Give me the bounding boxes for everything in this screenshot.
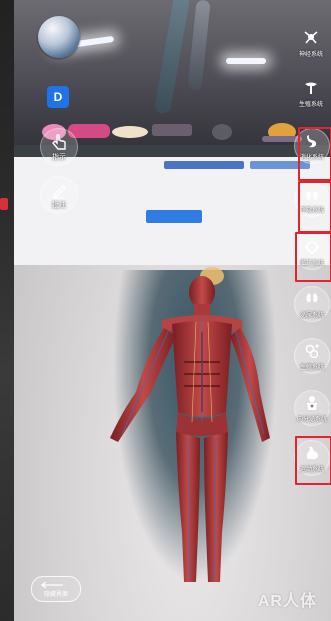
system-label: 内分泌系统 bbox=[296, 417, 327, 423]
user-avatar[interactable] bbox=[38, 16, 80, 58]
endocrine-icon bbox=[307, 396, 317, 410]
edge-marker bbox=[0, 198, 8, 210]
app-watermark: AR人体 bbox=[257, 593, 317, 610]
ar-viewport: D 指示 批注 神经系统 生殖系统 消化系统 呼吸系统 循环系统 泌尿系统 生殖… bbox=[0, 0, 331, 621]
monitor-button bbox=[146, 210, 202, 223]
muscle-arm-icon bbox=[306, 447, 318, 460]
hide-interface-button[interactable]: 隐藏界面 bbox=[31, 576, 81, 602]
human-muscle-model bbox=[110, 267, 270, 582]
camera-feed: D 指示 批注 神经系统 生殖系统 消化系统 呼吸系统 循环系统 泌尿系统 生殖… bbox=[14, 0, 331, 621]
ceiling-pipe bbox=[153, 0, 191, 115]
right-system-toolbar: 神经系统 生殖系统 消化系统 呼吸系统 循环系统 泌尿系统 生殖系统 内分泌系统… bbox=[291, 0, 331, 621]
neuron-icon bbox=[304, 31, 318, 44]
system-label: 生殖系统 bbox=[299, 365, 324, 371]
system-button-reproductive-cells[interactable]: 生殖系统 bbox=[294, 338, 330, 374]
pointer-tool-label: 指示 bbox=[52, 154, 66, 161]
system-button-respiratory[interactable]: 呼吸系统 bbox=[294, 181, 330, 217]
heart-icon bbox=[304, 239, 320, 255]
left-edge-strip bbox=[0, 0, 14, 621]
hide-interface-label: 隐藏界面 bbox=[43, 592, 68, 598]
stomach-icon bbox=[307, 135, 317, 148]
system-button-endocrine[interactable]: 内分泌系统 bbox=[294, 390, 330, 426]
hand-pointer-icon bbox=[52, 134, 66, 150]
system-label: 运动系统 bbox=[299, 467, 324, 473]
system-button-nervous[interactable]: 神经系统 bbox=[294, 26, 328, 60]
system-label: 生殖系统 bbox=[298, 102, 323, 108]
system-button-urinary[interactable]: 泌尿系统 bbox=[294, 286, 330, 322]
left-toolbar: D 指示 批注 bbox=[38, 16, 84, 214]
back-arrow-icon bbox=[40, 581, 63, 588]
system-button-digestive[interactable]: 消化系统 bbox=[294, 128, 330, 164]
kidney-icon bbox=[306, 293, 318, 303]
cells-icon bbox=[305, 344, 319, 359]
system-label: 循环系统 bbox=[299, 261, 324, 267]
pen-icon bbox=[53, 185, 66, 199]
system-label: 泌尿系统 bbox=[299, 313, 324, 319]
system-button-motor[interactable]: 运动系统 bbox=[294, 440, 330, 476]
annotate-tool-button[interactable]: 批注 bbox=[40, 176, 78, 214]
system-button-reproductive[interactable]: 生殖系统 bbox=[294, 76, 328, 110]
system-label: 神经系统 bbox=[298, 52, 323, 58]
system-label: 呼吸系统 bbox=[299, 208, 324, 214]
system-button-circulatory[interactable]: 循环系统 bbox=[294, 234, 330, 270]
ceiling-pipe bbox=[187, 0, 211, 91]
pointer-tool-button[interactable]: 指示 bbox=[40, 128, 78, 166]
ceiling-light bbox=[226, 58, 266, 64]
system-label: 消化系统 bbox=[299, 155, 324, 161]
lungs-icon bbox=[305, 188, 319, 200]
d-badge-icon[interactable]: D bbox=[47, 86, 69, 108]
reproductive-icon bbox=[305, 82, 317, 94]
monitor-tab bbox=[164, 161, 244, 169]
annotate-tool-label: 批注 bbox=[52, 202, 66, 209]
